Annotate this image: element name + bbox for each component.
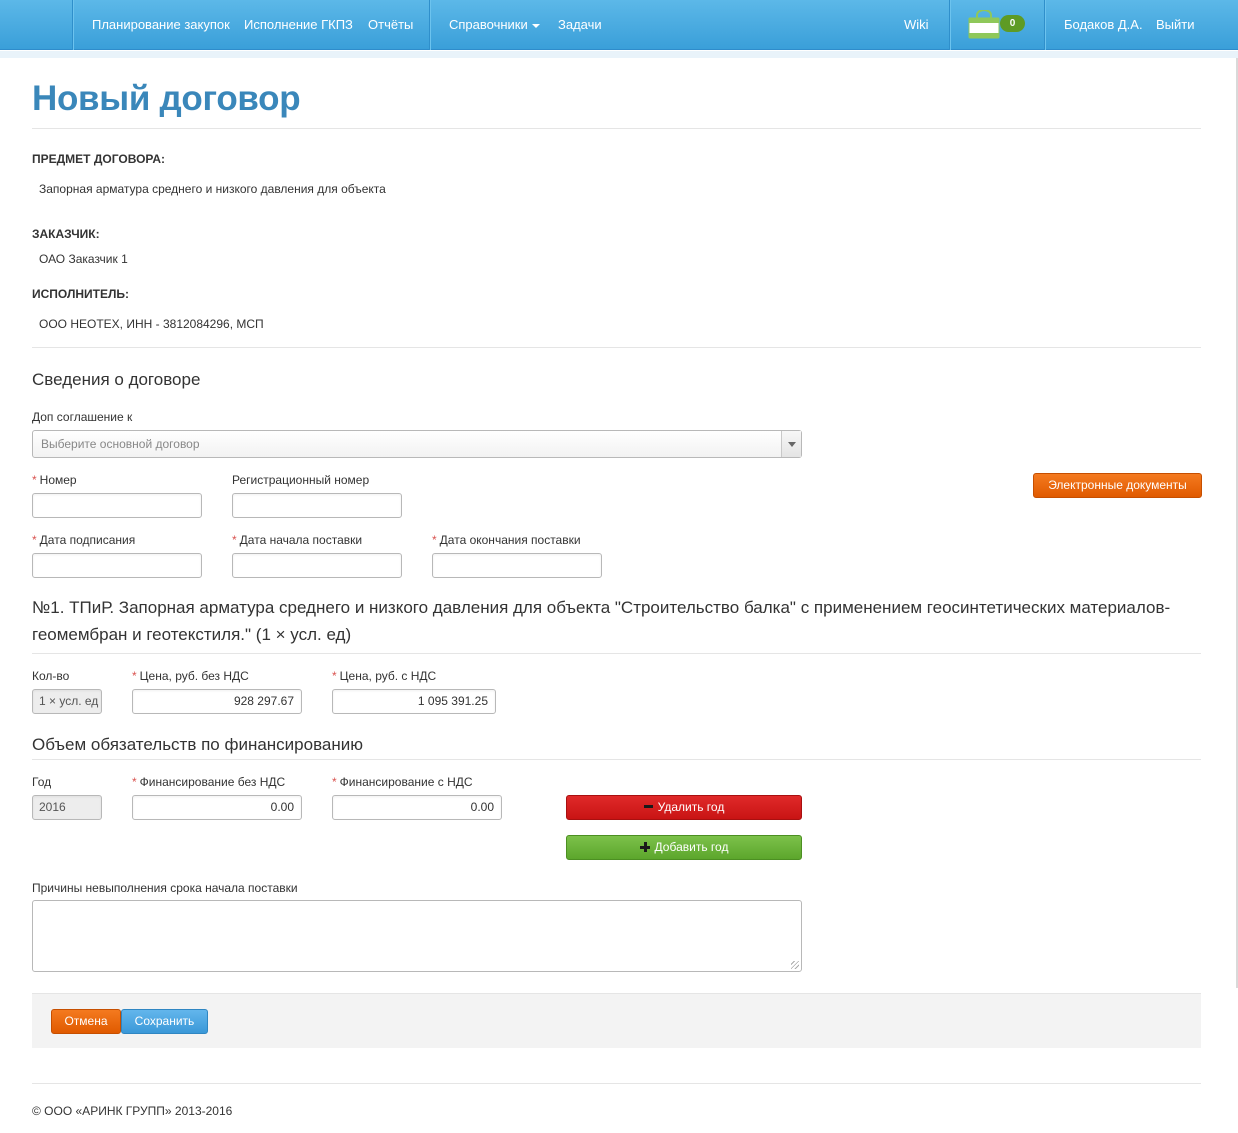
price-no-vat-label: * Цена, руб. без НДС: [132, 669, 249, 683]
cart-count-badge[interactable]: 0: [1000, 15, 1025, 32]
number-label: * Номер: [32, 473, 77, 487]
nav-item-reports[interactable]: Отчёты: [368, 0, 413, 50]
divider: [32, 347, 1201, 348]
delay-reasons-textarea[interactable]: [32, 900, 802, 972]
year-label: Год: [32, 775, 52, 789]
delete-year-label: Удалить год: [657, 800, 725, 814]
required-asterisk: *: [232, 533, 237, 547]
delivery-start-label: * Дата начала поставки: [232, 533, 362, 547]
required-asterisk: *: [332, 669, 337, 683]
delivery-end-label-text: Дата окончания поставки: [439, 533, 581, 547]
financing-vat-label-text: Финансирование с НДС: [339, 775, 473, 789]
footer-copyright: © ООО «АРИНК ГРУПП» 2013-2016: [32, 1104, 233, 1118]
plus-icon: [639, 841, 650, 852]
financing-vat-input[interactable]: 0.00: [332, 795, 502, 820]
delivery-start-input[interactable]: [232, 553, 402, 578]
save-button[interactable]: Сохранить: [121, 1009, 208, 1034]
top-navbar: Планирование закупок Исполнение ГКПЗ Отч…: [0, 0, 1238, 50]
sign-date-label: * Дата подписания: [32, 533, 135, 547]
number-label-text: Номер: [39, 473, 77, 487]
delete-year-button[interactable]: Удалить год: [566, 795, 802, 820]
delay-reasons-label: Причины невыполнения срока начала постав…: [32, 881, 298, 895]
user-name-link[interactable]: Бодаков Д.А.: [1064, 0, 1143, 50]
item-title: №1. ТПиР. Запорная арматура среднего и н…: [32, 598, 1171, 644]
divider: [32, 653, 1201, 654]
price-vat-label-text: Цена, руб. с НДС: [339, 669, 437, 683]
nav-item-gkpz-execution[interactable]: Исполнение ГКПЗ: [244, 0, 353, 50]
reg-number-input[interactable]: [232, 493, 402, 518]
contractor-value: ООО НЕОТЕХ, ИНН - 3812084296, МСП: [39, 317, 264, 331]
financing-vat-label: * Финансирование с НДС: [332, 775, 473, 789]
delivery-end-input[interactable]: [432, 553, 602, 578]
divider: [32, 759, 1201, 760]
delivery-start-label-text: Дата начала поставки: [239, 533, 363, 547]
number-input[interactable]: [32, 493, 202, 518]
addendum-label: Доп соглашение к: [32, 410, 133, 424]
customer-value: ОАО Заказчик 1: [39, 252, 128, 266]
year-field: 2016: [32, 795, 102, 820]
price-no-vat-input[interactable]: 928 297.67: [132, 689, 302, 714]
subject-label: ПРЕДМЕТ ДОГОВОРА:: [32, 152, 166, 166]
quantity-label: Кол-во: [32, 669, 70, 683]
navbar-shadow: [0, 51, 1238, 58]
form-actions-bar: Отмена Сохранить: [32, 993, 1201, 1048]
shopping-bag-icon[interactable]: [968, 10, 1000, 39]
cancel-button[interactable]: Отмена: [51, 1009, 121, 1034]
chevron-down-icon: [531, 23, 540, 28]
required-asterisk: *: [32, 533, 37, 547]
nav-separator: [1044, 0, 1045, 50]
delivery-end-label: * Дата окончания поставки: [432, 533, 581, 547]
financing-no-vat-label: * Финансирование без НДС: [132, 775, 285, 789]
electronic-documents-button[interactable]: Электронные документы: [1033, 473, 1202, 498]
required-asterisk: *: [32, 473, 37, 487]
required-asterisk: *: [132, 669, 137, 683]
reg-number-label: Регистрационный номер: [232, 473, 370, 487]
quantity-field: 1 × усл. ед: [32, 689, 102, 714]
financing-heading: Объем обязательств по финансированию: [32, 735, 364, 754]
required-asterisk: *: [432, 533, 437, 547]
nav-separator: [429, 0, 430, 50]
nav-item-wiki[interactable]: Wiki: [904, 0, 929, 50]
chevron-down-icon[interactable]: [781, 431, 801, 457]
nav-item-procurement-planning[interactable]: Планирование закупок: [92, 0, 230, 50]
nav-item-tasks[interactable]: Задачи: [558, 0, 602, 50]
subject-value: Запорная арматура среднего и низкого дав…: [39, 182, 386, 196]
add-year-button[interactable]: Добавить год: [566, 835, 802, 860]
nav-separator: [72, 0, 73, 50]
page-title: Новый договор: [32, 79, 301, 118]
required-asterisk: *: [132, 775, 137, 789]
divider: [32, 128, 1201, 129]
contractor-label: ИСПОЛНИТЕЛЬ:: [32, 287, 130, 301]
customer-label: ЗАКАЗЧИК:: [32, 227, 100, 241]
logout-link[interactable]: Выйти: [1156, 0, 1195, 50]
add-year-label: Добавить год: [654, 840, 729, 854]
main-contract-select[interactable]: Выберите основной договор: [32, 430, 802, 458]
resize-handle-icon[interactable]: [791, 961, 799, 969]
footer-divider: [32, 1083, 1201, 1084]
sign-date-label-text: Дата подписания: [39, 533, 136, 547]
nav-separator: [949, 0, 950, 50]
contract-details-heading: Сведения о договоре: [32, 370, 201, 389]
price-no-vat-label-text: Цена, руб. без НДС: [139, 669, 249, 683]
required-asterisk: *: [332, 775, 337, 789]
main-contract-placeholder: Выберите основной договор: [41, 437, 200, 451]
nav-directories-label: Справочники: [449, 17, 528, 32]
nav-item-directories[interactable]: Справочники: [449, 0, 540, 50]
sign-date-input[interactable]: [32, 553, 202, 578]
price-vat-input[interactable]: 1 095 391.25: [332, 689, 496, 714]
minus-icon: [643, 805, 653, 809]
financing-no-vat-input[interactable]: 0.00: [132, 795, 302, 820]
price-vat-label: * Цена, руб. с НДС: [332, 669, 436, 683]
financing-no-vat-label-text: Финансирование без НДС: [139, 775, 286, 789]
